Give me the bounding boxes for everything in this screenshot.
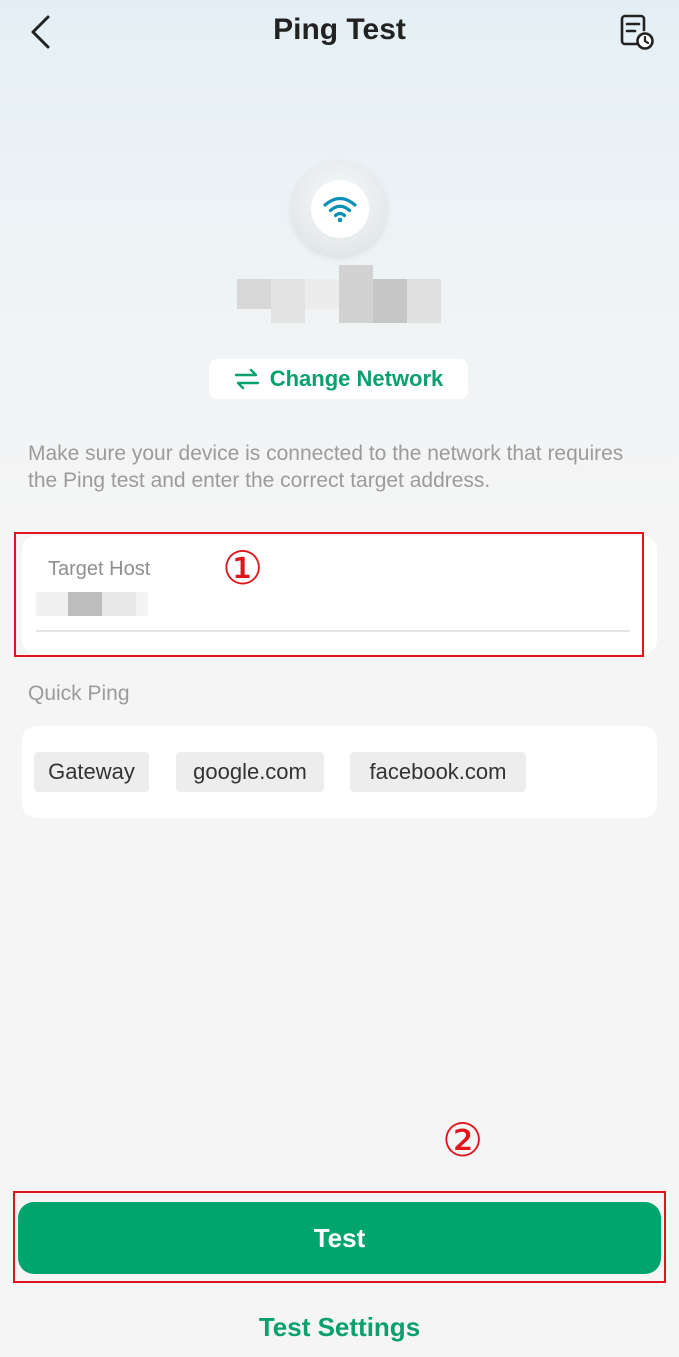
network-name-redacted [237,265,441,323]
hint-text: Make sure your device is connected to th… [28,442,624,492]
quick-ping-google[interactable]: google.com [176,752,324,792]
wifi-icon [323,196,357,223]
history-report-icon [620,14,654,50]
change-network-label: Change Network [269,366,444,391]
quick-ping-label: Quick Ping [28,682,130,705]
page-title: Ping Test [273,13,406,46]
quick-ping-facebook[interactable]: facebook.com [350,752,526,792]
annotation-box-1 [14,532,644,657]
device-avatar-inner [311,180,369,238]
swap-arrows-icon [234,368,259,390]
quick-ping-gateway[interactable]: Gateway [34,752,149,792]
test-settings-link[interactable]: Test Settings [0,1312,679,1343]
test-button[interactable]: Test [18,1202,661,1274]
annotation-marker-2: ② [442,1114,484,1166]
change-network-button[interactable]: Change Network [209,359,468,399]
annotation-marker-1: ① [222,542,264,594]
history-button[interactable] [612,8,660,56]
